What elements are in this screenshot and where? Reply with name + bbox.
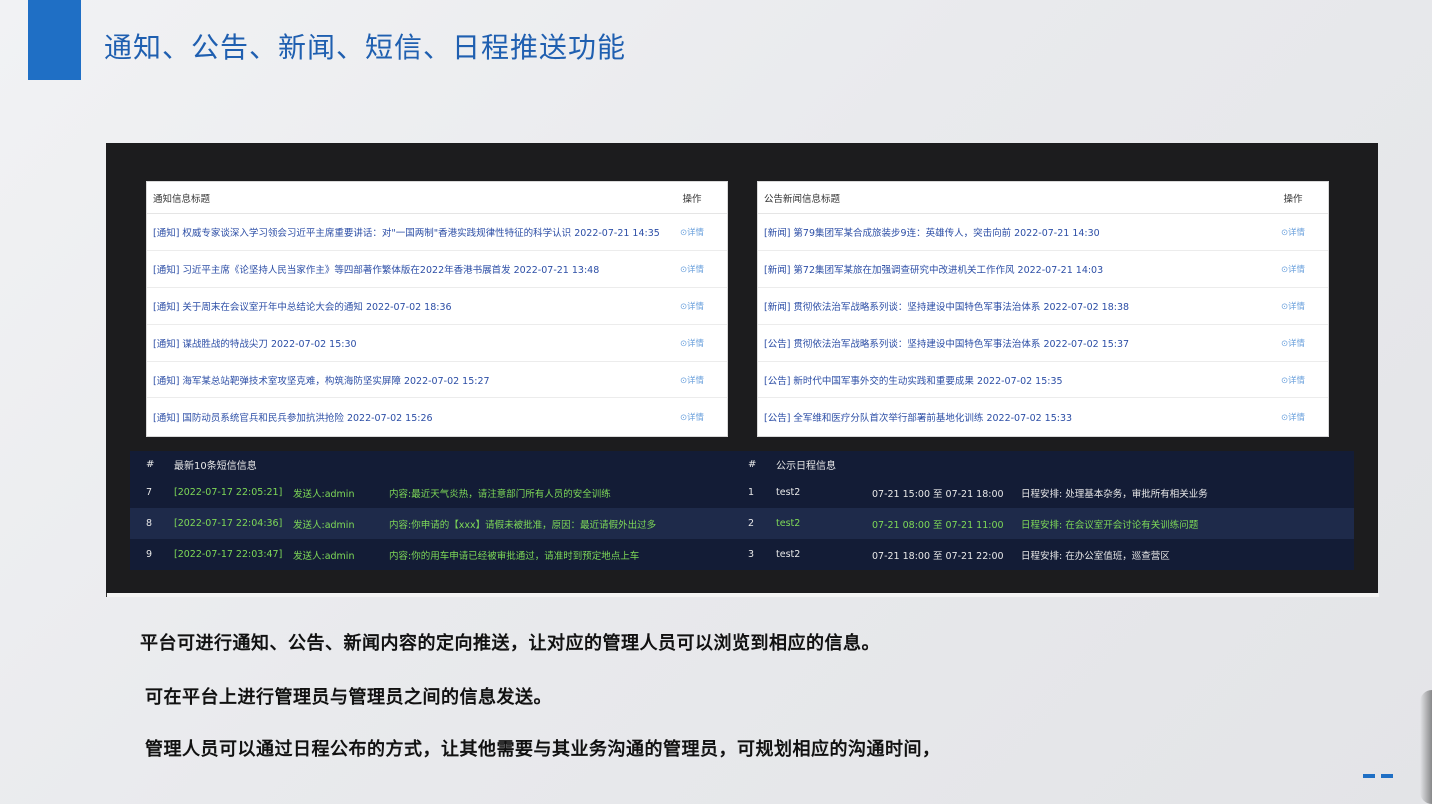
detail-link[interactable]: ⊙详情 (1264, 263, 1322, 275)
news-title-link[interactable]: [公告] 全军维和医疗分队首次举行部署前基地化训练 2022-07-02 15:… (764, 410, 1264, 424)
slide-title: 通知、公告、新闻、短信、日程推送功能 (104, 31, 627, 64)
detail-link[interactable]: ⊙详情 (663, 374, 721, 386)
news-title-link[interactable]: [新闻] 贯彻依法治军战略系列谈：坚持建设中国特色军事法治体系 2022-07-… (764, 299, 1264, 313)
notice-row: [通知] 国防动员系统官兵和民兵参加抗洪抢险 2022-07-02 15:26 … (147, 398, 727, 435)
sms-index: 9 (146, 549, 153, 560)
table-row: 8 [2022-07-17 22:04:36] 发送人:admin 内容:你申请… (130, 508, 1354, 539)
page-curl-decoration (1420, 690, 1432, 804)
news-row: [公告] 贯彻依法治军战略系列谈：坚持建设中国特色军事法治体系 2022-07-… (758, 325, 1328, 362)
news-title-link[interactable]: [公告] 新时代中国军事外交的生动实践和重要成果 2022-07-02 15:3… (764, 373, 1264, 387)
news-row: [新闻] 第79集团军某合成旅装步9连：英雄传人，突击向前 2022-07-21… (758, 214, 1328, 251)
schedule-user: test2 (776, 518, 801, 529)
sms-hash-header: # (146, 458, 155, 470)
messages-header-row: # 最新10条短信信息 # 公示日程信息 (130, 451, 1354, 477)
detail-link[interactable]: ⊙详情 (1264, 411, 1322, 423)
schedule-user: test2 (776, 549, 801, 560)
schedule-plan: 日程安排: 处理基本杂务，审批所有相关业务 (1021, 488, 1208, 500)
detail-link[interactable]: ⊙详情 (1264, 300, 1322, 312)
news-row: [新闻] 第72集团军某旅在加强调查研究中改进机关工作作风 2022-07-21… (758, 251, 1328, 288)
schedule-plan: 日程安排: 在办公室值班，巡查营区 (1021, 550, 1170, 562)
schedule-user: test2 (776, 487, 801, 498)
schedule-hash-header: # (748, 458, 757, 470)
news-header-title: 公告新闻信息标题 (764, 193, 841, 205)
notice-panel-header: 通知信息标题 操作 (147, 182, 727, 214)
notice-title-link[interactable]: [通知] 国防动员系统官兵和民兵参加抗洪抢险 2022-07-02 15:26 (153, 410, 663, 424)
notice-row: [通知] 海军某总站靶弹技术室攻坚克难，构筑海防坚实屏障 2022-07-02 … (147, 362, 727, 399)
news-panel: 公告新闻信息标题 操作 [新闻] 第79集团军某合成旅装步9连：英雄传人，突击向… (757, 181, 1329, 437)
schedule-time: 07-21 08:00 至 07-21 11:00 (872, 519, 1004, 531)
accent-bar (28, 0, 81, 80)
page-indicator (1363, 774, 1393, 778)
schedule-time: 07-21 18:00 至 07-21 22:00 (872, 550, 1004, 562)
schedule-time: 07-21 15:00 至 07-21 18:00 (872, 488, 1004, 500)
notice-row: [通知] 习近平主席《论坚持人民当家作主》等四部著作繁体版在2022年香港书展首… (147, 251, 727, 288)
notice-row: [通知] 谋战胜战的特战尖刀 2022-07-02 15:30 ⊙详情 (147, 325, 727, 362)
screen-base (106, 593, 1379, 597)
caption-line-3: 管理人员可以通过日程公布的方式，让其他需要与其业务沟通的管理员，可规划相应的沟通… (145, 739, 941, 760)
sms-index: 7 (146, 487, 153, 498)
caption-line-1: 平台可进行通知、公告、新闻内容的定向推送，让对应的管理人员可以浏览到相应的信息。 (140, 633, 880, 654)
detail-link[interactable]: ⊙详情 (663, 263, 721, 275)
notice-title-link[interactable]: [通知] 谋战胜战的特战尖刀 2022-07-02 15:30 (153, 336, 663, 350)
table-row: 9 [2022-07-17 22:03:47] 发送人:admin 内容:你的用… (130, 539, 1354, 570)
notice-title-link[interactable]: [通知] 关于周末在会议室开年中总结论大会的通知 2022-07-02 18:3… (153, 299, 663, 313)
sms-time: [2022-07-17 22:05:21] (174, 487, 283, 498)
notice-title-link[interactable]: [通知] 权威专家谈深入学习领会习近平主席重要讲话：对"一国两制"香港实践规律性… (153, 225, 663, 239)
news-panel-header: 公告新闻信息标题 操作 (758, 182, 1328, 214)
notice-row: [通知] 关于周末在会议室开年中总结论大会的通知 2022-07-02 18:3… (147, 288, 727, 325)
table-row: 7 [2022-07-17 22:05:21] 发送人:admin 内容:最近天… (130, 477, 1354, 508)
schedule-header: 公示日程信息 (776, 460, 836, 472)
sms-sender: 发送人:admin (293, 519, 355, 531)
sms-time: [2022-07-17 22:04:36] (174, 518, 283, 529)
news-row: [公告] 全军维和医疗分队首次举行部署前基地化训练 2022-07-02 15:… (758, 398, 1328, 435)
sms-sender: 发送人:admin (293, 488, 355, 500)
schedule-plan: 日程安排: 在会议室开会讨论有关训练问题 (1021, 519, 1199, 531)
sms-content: 内容:你申请的【xxx】请假未被批准，原因：最近请假外出过多 (389, 519, 657, 531)
news-row: [公告] 新时代中国军事外交的生动实践和重要成果 2022-07-02 15:3… (758, 362, 1328, 399)
detail-link[interactable]: ⊙详情 (663, 411, 721, 423)
news-row: [新闻] 贯彻依法治军战略系列谈：坚持建设中国特色军事法治体系 2022-07-… (758, 288, 1328, 325)
news-title-link[interactable]: [新闻] 第72集团军某旅在加强调查研究中改进机关工作作风 2022-07-21… (764, 262, 1264, 276)
news-header-action: 操作 (1283, 193, 1303, 205)
detail-link[interactable]: ⊙详情 (1264, 337, 1322, 349)
notice-panel: 通知信息标题 操作 [通知] 权威专家谈深入学习领会习近平主席重要讲话：对"一国… (146, 181, 728, 437)
sms-content: 内容:你的用车申请已经被审批通过，请准时到预定地点上车 (389, 550, 640, 562)
news-title-link[interactable]: [新闻] 第79集团军某合成旅装步9连：英雄传人，突击向前 2022-07-21… (764, 225, 1264, 239)
notice-title-link[interactable]: [通知] 海军某总站靶弹技术室攻坚克难，构筑海防坚实屏障 2022-07-02 … (153, 373, 663, 387)
notice-header-action: 操作 (682, 193, 702, 205)
schedule-index: 2 (748, 518, 755, 529)
sms-sender: 发送人:admin (293, 550, 355, 562)
schedule-index: 1 (748, 487, 755, 498)
notice-row: [通知] 权威专家谈深入学习领会习近平主席重要讲话：对"一国两制"香港实践规律性… (147, 214, 727, 251)
detail-link[interactable]: ⊙详情 (1264, 226, 1322, 238)
notice-title-link[interactable]: [通知] 习近平主席《论坚持人民当家作主》等四部著作繁体版在2022年香港书展首… (153, 262, 663, 276)
sms-content: 内容:最近天气炎热，请注意部门所有人员的安全训练 (389, 488, 611, 500)
sms-index: 8 (146, 518, 153, 529)
detail-link[interactable]: ⊙详情 (1264, 374, 1322, 386)
messages-schedule-table: # 最新10条短信信息 # 公示日程信息 7 [2022-07-17 22:05… (130, 451, 1354, 570)
detail-link[interactable]: ⊙详情 (663, 337, 721, 349)
news-title-link[interactable]: [公告] 贯彻依法治军战略系列谈：坚持建设中国特色军事法治体系 2022-07-… (764, 336, 1264, 350)
sms-header: 最新10条短信信息 (174, 460, 257, 472)
schedule-index: 3 (748, 549, 755, 560)
app-screenshot: 通知信息标题 操作 [通知] 权威专家谈深入学习领会习近平主席重要讲话：对"一国… (106, 143, 1378, 593)
notice-header-title: 通知信息标题 (153, 193, 211, 205)
caption-line-2: 可在平台上进行管理员与管理员之间的信息发送。 (145, 687, 552, 708)
detail-link[interactable]: ⊙详情 (663, 226, 721, 238)
sms-time: [2022-07-17 22:03:47] (174, 549, 283, 560)
detail-link[interactable]: ⊙详情 (663, 300, 721, 312)
